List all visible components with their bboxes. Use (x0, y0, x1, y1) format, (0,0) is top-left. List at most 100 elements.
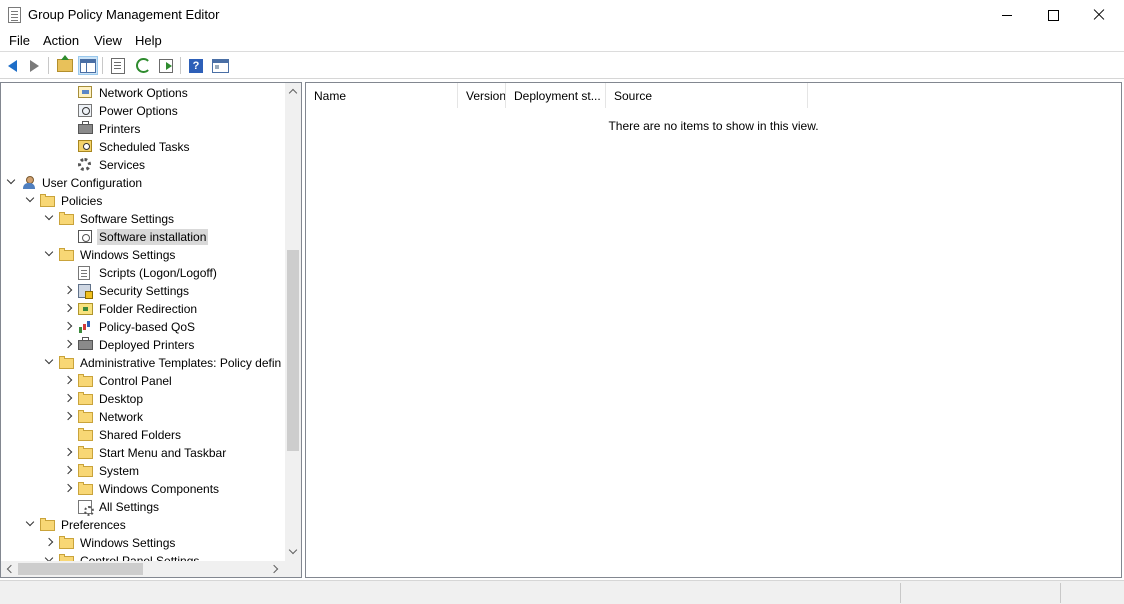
maximize-button[interactable] (1030, 0, 1076, 30)
tree-item[interactable]: Control Panel (1, 372, 285, 390)
tree-item[interactable]: Control Panel Settings (1, 552, 285, 561)
results-list[interactable]: Name Version Deployment st... Source The… (305, 82, 1122, 578)
show-hide-console-tree-button[interactable] (78, 56, 98, 75)
tree-item-label: Control Panel Settings (80, 554, 200, 561)
folder-icon-glyph (78, 392, 93, 405)
folder-icon-glyph (78, 464, 93, 477)
action-pane-icon (211, 58, 229, 73)
tree-item-label: User Configuration (42, 176, 143, 190)
chevron-right-icon[interactable] (63, 321, 73, 331)
tree-item[interactable]: Printers (1, 120, 285, 138)
tree-item[interactable]: Network (1, 408, 285, 426)
tree-item[interactable]: Windows Settings (1, 246, 285, 264)
tree-item[interactable]: Shared Folders (1, 426, 285, 444)
tree-item[interactable]: Scheduled Tasks (1, 138, 285, 156)
forward-button[interactable] (24, 56, 44, 75)
properties-button[interactable] (108, 56, 128, 75)
tree-item[interactable]: Windows Components (1, 480, 285, 498)
chevron-right-icon[interactable] (63, 465, 73, 475)
minimize-button[interactable] (984, 0, 1030, 30)
scroll-right-button[interactable] (268, 561, 285, 577)
tree-item[interactable]: Start Menu and Taskbar (1, 444, 285, 462)
folder-icon (59, 248, 75, 262)
horizontal-scroll-thumb[interactable] (18, 563, 143, 575)
tree-item[interactable]: Deployed Printers (1, 336, 285, 354)
column-header-deployment-state[interactable]: Deployment st... (506, 83, 606, 108)
tree-item[interactable]: Windows Settings (1, 534, 285, 552)
chevron-right-icon[interactable] (63, 303, 73, 313)
printer-icon (78, 337, 94, 352)
tree-item-label: Services (99, 158, 146, 172)
scroll-up-button[interactable] (285, 83, 301, 100)
tree-item-label: Administrative Templates: Policy defin (80, 356, 282, 370)
tree-item[interactable]: Folder Redirection (1, 300, 285, 318)
tree-item[interactable]: Desktop (1, 390, 285, 408)
scroll-left-button[interactable] (1, 561, 18, 577)
tree-item[interactable]: Software Settings (1, 210, 285, 228)
export-list-button[interactable] (156, 56, 176, 75)
menu-action[interactable]: Action (42, 33, 80, 48)
tree-item[interactable]: User Configuration (1, 174, 285, 192)
up-one-level-button[interactable] (55, 55, 75, 75)
close-button[interactable] (1076, 0, 1122, 30)
tree-item[interactable]: Power Options (1, 102, 285, 120)
menu-file[interactable]: File (8, 33, 31, 48)
folder-icon (59, 212, 75, 226)
tree-item[interactable]: Services (1, 156, 285, 174)
tree-item-label: All Settings (99, 500, 160, 514)
chevron-down-icon[interactable] (44, 355, 54, 365)
tree-item[interactable]: Administrative Templates: Policy defin (1, 354, 285, 372)
chevron-right-icon[interactable] (63, 375, 73, 385)
chevron-right-icon[interactable] (63, 393, 73, 403)
chevron-right-icon[interactable] (63, 285, 73, 295)
tree-item[interactable]: Scripts (Logon/Logoff) (1, 264, 285, 282)
chevron-down-icon[interactable] (44, 553, 54, 561)
all-settings-icon (78, 500, 94, 516)
tree-item[interactable]: Preferences (1, 516, 285, 534)
folder-icon-glyph (78, 446, 93, 459)
tree-item[interactable]: Security Settings (1, 282, 285, 300)
chevron-right-icon[interactable] (63, 483, 73, 493)
tree-vertical-scrollbar[interactable] (285, 83, 301, 561)
tree-item[interactable]: Policies (1, 192, 285, 210)
power-options-icon-glyph (78, 104, 92, 117)
column-header-source[interactable]: Source (606, 83, 808, 108)
show-hide-action-pane-button[interactable] (210, 56, 230, 75)
tree-item[interactable]: All Settings (1, 498, 285, 516)
column-header-version[interactable]: Version (458, 83, 506, 108)
refresh-button[interactable] (133, 56, 153, 75)
menu-help[interactable]: Help (134, 33, 163, 48)
console-tree[interactable]: Network Options Power Options Printers Sche… (0, 82, 302, 578)
vertical-scroll-thumb[interactable] (287, 250, 299, 451)
chevron-right-icon[interactable] (63, 411, 73, 421)
chevron-down-icon[interactable] (44, 247, 54, 257)
tree-item-label: Network Options (99, 86, 188, 100)
chevron-down-icon[interactable] (25, 517, 35, 527)
folder-icon (59, 536, 75, 550)
menu-view[interactable]: View (93, 33, 123, 48)
chevron-down-icon[interactable] (6, 175, 16, 185)
tree-item[interactable]: Software installation (1, 228, 285, 246)
security-settings-icon (78, 284, 94, 299)
folder-icon-glyph (40, 194, 55, 207)
chevron-right-icon[interactable] (44, 537, 54, 547)
chevron-down-icon[interactable] (25, 193, 35, 203)
tree-item[interactable]: Network Options (1, 84, 285, 102)
tree-item-label: Shared Folders (99, 428, 182, 442)
scroll-down-button[interactable] (285, 544, 301, 561)
status-bar (0, 580, 1124, 604)
tree-horizontal-scrollbar[interactable] (1, 561, 285, 577)
tree-item-label: Scheduled Tasks (99, 140, 190, 154)
column-header-name[interactable]: Name (306, 83, 458, 108)
tree-item[interactable]: Policy-based QoS (1, 318, 285, 336)
folder-icon-glyph (59, 248, 74, 261)
help-button[interactable]: ? (186, 56, 206, 75)
chevron-down-icon[interactable] (44, 211, 54, 221)
tree-item[interactable]: System (1, 462, 285, 480)
chevron-right-icon[interactable] (63, 339, 73, 349)
back-button[interactable] (2, 56, 22, 75)
qos-chart-icon (78, 320, 94, 334)
forward-arrow-icon (29, 59, 39, 72)
chevron-right-icon[interactable] (63, 447, 73, 457)
user-icon-glyph (21, 176, 36, 190)
